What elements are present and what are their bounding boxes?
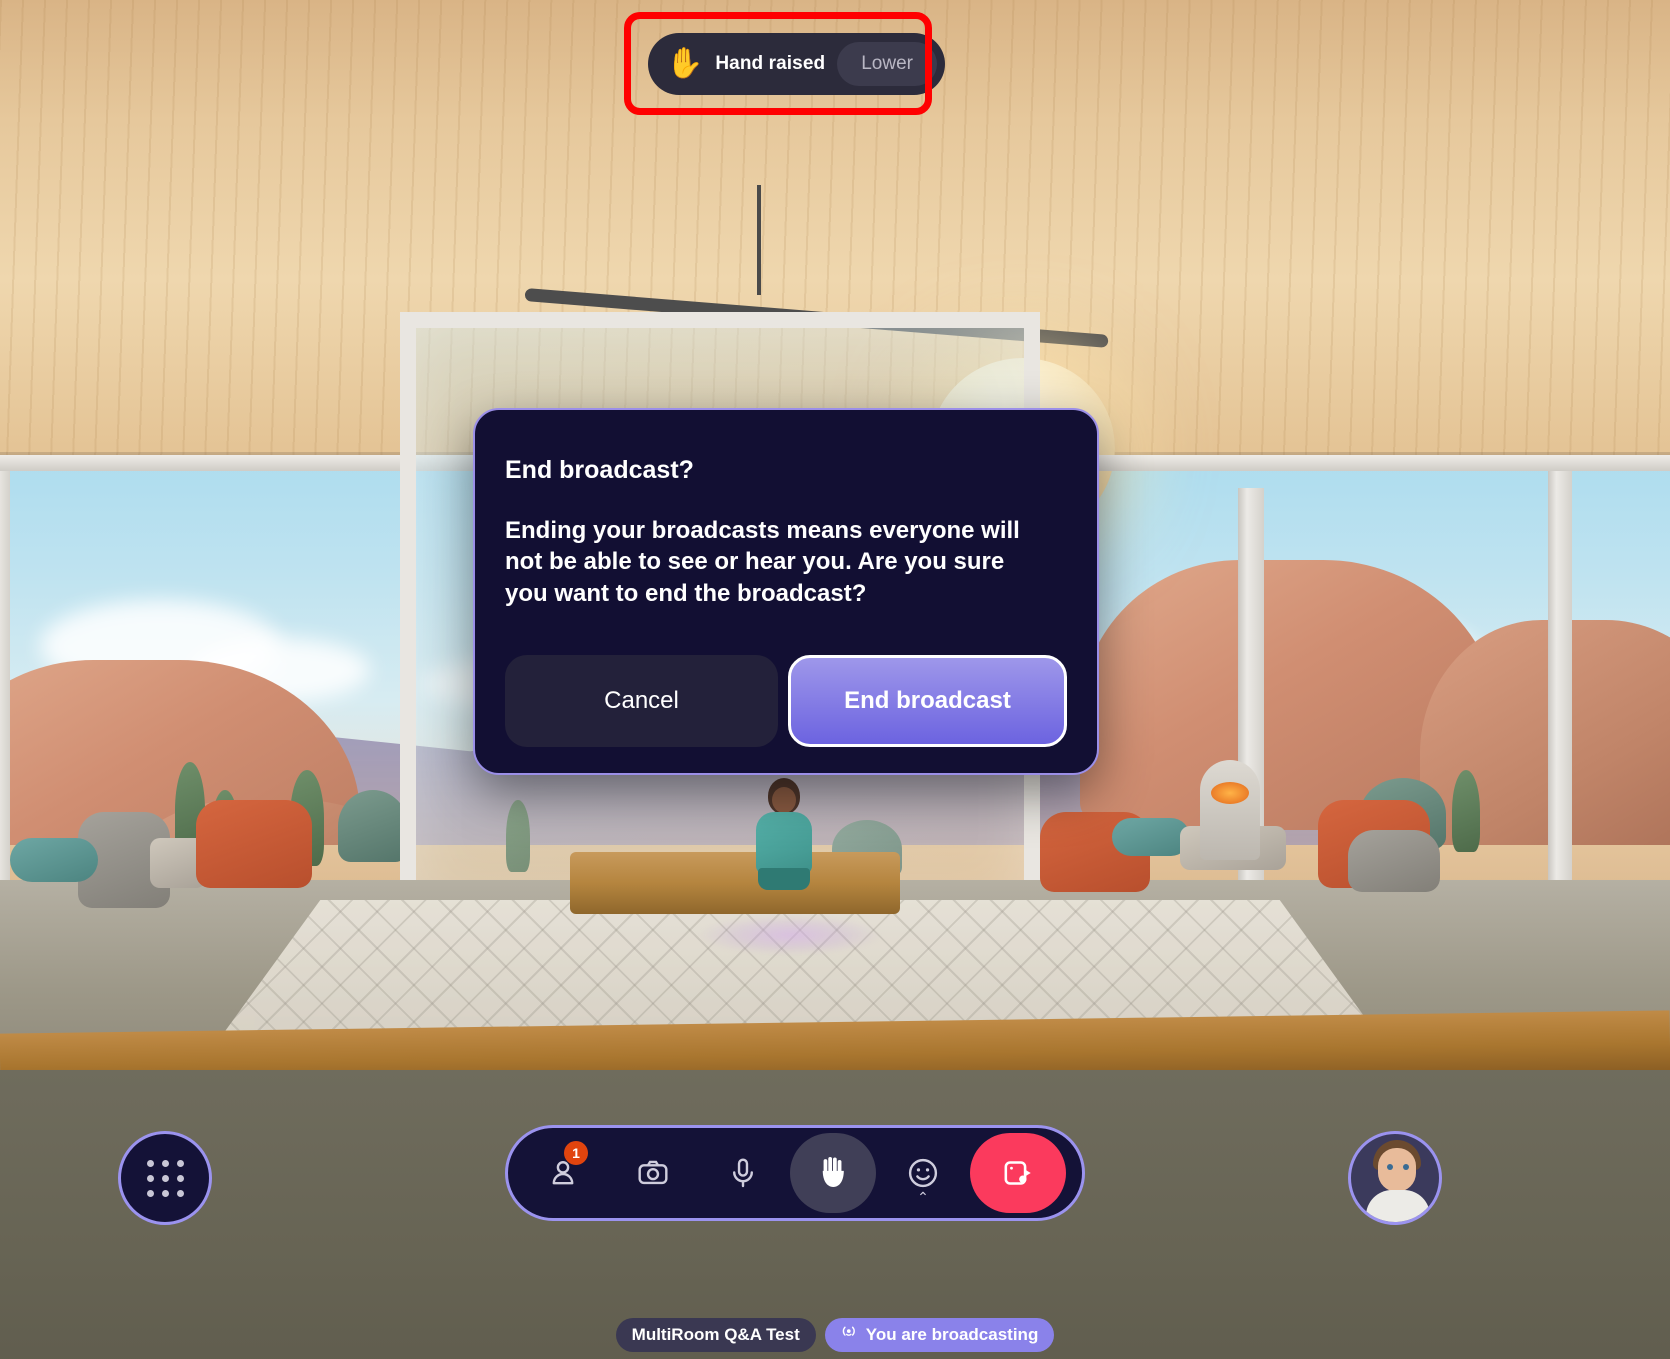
fireplace xyxy=(1200,760,1260,860)
armchair xyxy=(196,800,312,888)
dialog-title: End broadcast? xyxy=(505,456,694,484)
self-avatar-button[interactable] xyxy=(1348,1131,1442,1225)
microphone-icon xyxy=(726,1156,760,1190)
apps-grid-button[interactable] xyxy=(118,1131,212,1225)
bench xyxy=(570,852,900,914)
people-button[interactable]: 1 xyxy=(520,1133,606,1213)
smiley-face-icon xyxy=(906,1156,940,1190)
dialog-body-text: Ending your broadcasts means everyone wi… xyxy=(505,517,1020,607)
end-broadcast-button[interactable] xyxy=(970,1133,1066,1213)
lounge-chair-right xyxy=(1348,830,1440,892)
coffee-table xyxy=(10,838,98,882)
camera-button[interactable] xyxy=(610,1133,696,1213)
pillar-right xyxy=(1548,465,1572,895)
raise-hand-button[interactable] xyxy=(790,1133,876,1213)
room-name-chip: MultiRoom Q&A Test xyxy=(615,1318,816,1352)
broadcast-status-chip: You are broadcasting xyxy=(824,1318,1055,1352)
cancel-button[interactable]: Cancel xyxy=(505,655,778,748)
stop-broadcast-icon xyxy=(1001,1156,1035,1190)
pillar-left xyxy=(0,455,10,925)
reactions-button[interactable]: ⌃ xyxy=(880,1133,966,1213)
room-name-label: MultiRoom Q&A Test xyxy=(631,1325,800,1344)
chevron-up-icon: ⌃ xyxy=(917,1189,929,1205)
stage-glow-ring xyxy=(700,915,880,955)
dialog-actions: Cancel End broadcast xyxy=(505,655,1067,748)
ottoman xyxy=(1112,818,1190,856)
seated-avatar xyxy=(752,778,816,890)
fire-glow xyxy=(1211,782,1249,804)
lamp-rod xyxy=(757,185,761,295)
hand-raised-toast: ✋ Hand raised Lower xyxy=(648,33,945,95)
broadcast-status-label: You are broadcasting xyxy=(865,1325,1039,1344)
people-count-badge: 1 xyxy=(564,1141,588,1165)
cactus-icon xyxy=(1452,770,1480,852)
raised-hand-emoji-icon: ✋ xyxy=(666,47,704,80)
agave-plant xyxy=(338,790,408,862)
broadcast-icon xyxy=(841,1324,858,1346)
camera-icon xyxy=(636,1156,670,1190)
bottom-toolbar: 1 ⌃ xyxy=(505,1125,1085,1221)
raised-hand-icon xyxy=(816,1155,850,1191)
end-broadcast-dialog: End broadcast? Ending your broadcasts me… xyxy=(473,408,1099,776)
end-broadcast-confirm-button[interactable]: End broadcast xyxy=(788,655,1067,748)
status-chip-row: MultiRoom Q&A Test You are broadcasting xyxy=(0,1318,1670,1352)
grid-dots-icon xyxy=(146,1159,184,1197)
lower-hand-button[interactable]: Lower xyxy=(837,42,937,86)
hand-raised-label: Hand raised xyxy=(715,53,826,74)
microphone-button[interactable] xyxy=(700,1133,786,1213)
